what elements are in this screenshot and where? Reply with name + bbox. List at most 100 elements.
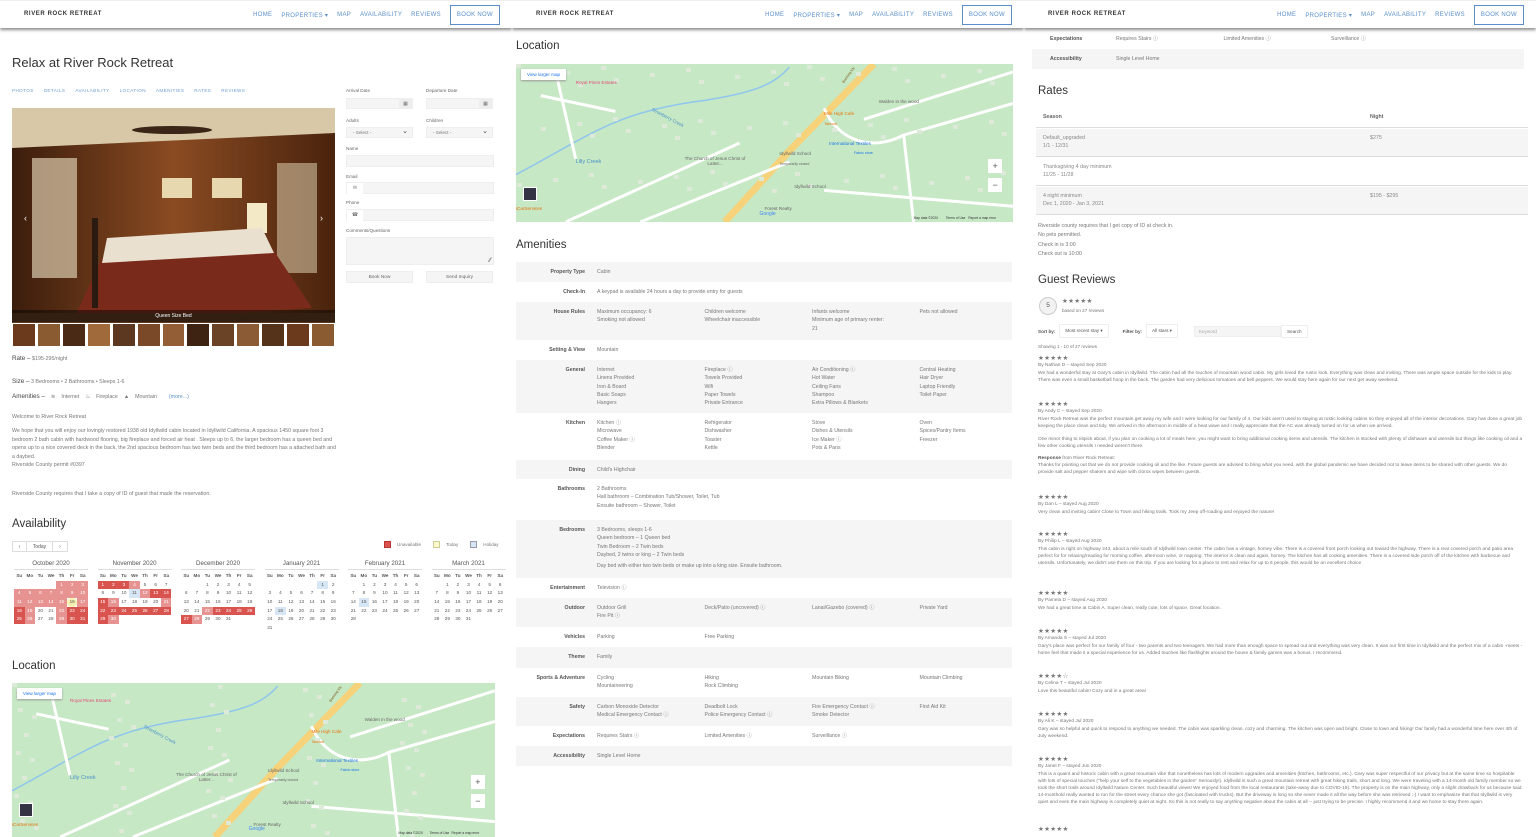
calendar-day[interactable]: 10 <box>223 589 234 598</box>
calendar-day[interactable]: 20 <box>296 607 307 616</box>
tab-location[interactable]: LOCATION <box>120 88 146 93</box>
calendar-day[interactable]: 13 <box>411 589 422 598</box>
calendar-day[interactable]: 2 <box>328 581 339 590</box>
calendar-day[interactable]: 22 <box>359 607 370 616</box>
photo-thumbnail[interactable] <box>286 323 310 347</box>
photo-thumbnail[interactable] <box>261 323 285 347</box>
nav-properties[interactable]: PROPERTIES ▾ <box>1305 12 1352 19</box>
calendar-day[interactable]: 17 <box>265 607 276 616</box>
calendar-day[interactable]: 8 <box>442 589 453 598</box>
calendar-day[interactable]: 6 <box>150 581 161 590</box>
calendar-day[interactable]: 29 <box>317 615 328 624</box>
calendar-day[interactable]: 28 <box>161 607 172 616</box>
map-tiles[interactable] <box>516 64 1013 222</box>
calendar-day[interactable]: 16 <box>453 598 464 607</box>
calendar-day[interactable]: 3 <box>119 581 130 590</box>
calendar-day[interactable]: 14 <box>307 598 318 607</box>
calendar-day[interactable]: 23 <box>213 607 224 616</box>
calendar-day[interactable]: 15 <box>442 598 453 607</box>
calendar-day[interactable]: 26 <box>140 607 151 616</box>
calendar-day[interactable]: 4 <box>129 581 140 590</box>
calendar-day[interactable]: 22 <box>317 607 328 616</box>
calendar-day[interactable]: 7 <box>348 589 359 598</box>
calendar-day[interactable]: 10 <box>119 589 130 598</box>
sort-select[interactable]: Most recent stay ▾ <box>1059 324 1108 338</box>
calendar-day[interactable]: 18 <box>129 598 140 607</box>
photo-thumbnail[interactable] <box>236 323 260 347</box>
terms-link[interactable]: Terms of Use <box>430 831 449 835</box>
nav-reviews[interactable]: REVIEWS <box>1435 12 1465 18</box>
tab-photos[interactable]: PHOTOS <box>12 88 34 93</box>
calendar-day[interactable]: 16 <box>108 598 119 607</box>
photo-thumbnail[interactable] <box>62 323 86 347</box>
calendar-day[interactable]: 25 <box>14 615 25 624</box>
calendar-day[interactable]: 23 <box>453 607 464 616</box>
calendar-day[interactable]: 26 <box>401 607 412 616</box>
nav-properties[interactable]: PROPERTIES ▾ <box>281 12 328 19</box>
calendar-day[interactable]: 11 <box>234 589 245 598</box>
calendar-day[interactable]: 4 <box>390 581 401 590</box>
calendar-day[interactable]: 3 <box>463 581 474 590</box>
nav-availability[interactable]: AVAILABILITY <box>872 12 914 18</box>
calendar-day[interactable]: 29 <box>98 615 109 624</box>
calendar-day[interactable]: 9 <box>369 589 380 598</box>
calendar-day[interactable]: 2 <box>369 581 380 590</box>
calendar-day[interactable]: 26 <box>484 607 495 616</box>
calendar-day[interactable]: 20 <box>35 607 46 616</box>
email-input[interactable]: ✉ <box>346 182 494 194</box>
photo-thumbnail[interactable] <box>137 323 161 347</box>
calendar-day[interactable]: 13 <box>35 598 46 607</box>
calendar-day[interactable]: 22 <box>442 607 453 616</box>
calendar-day[interactable]: 15 <box>317 598 328 607</box>
calendar-day[interactable]: 14 <box>161 589 172 598</box>
calendar-day[interactable]: 25 <box>390 607 401 616</box>
calendar-day[interactable]: 10 <box>380 589 391 598</box>
calendar-day[interactable]: 1 <box>56 581 67 590</box>
nav-properties[interactable]: PROPERTIES ▾ <box>793 12 840 19</box>
calendar-day[interactable]: 8 <box>202 589 213 598</box>
nav-home[interactable]: HOME <box>1277 12 1296 18</box>
book-now-button[interactable]: Book Now <box>346 271 413 283</box>
calendar-day[interactable]: 11 <box>14 598 25 607</box>
calendar-icon[interactable]: ▦ <box>479 99 492 109</box>
resize-handle-icon[interactable]: ⁄⁄ <box>489 258 491 264</box>
photo-thumbnail[interactable] <box>311 323 335 347</box>
calendar-day[interactable]: 6 <box>181 589 192 598</box>
next-photo-icon[interactable]: › <box>320 213 323 223</box>
calendar-day[interactable]: 24 <box>265 615 276 624</box>
calendar-day[interactable]: 20 <box>411 598 422 607</box>
calendar-day[interactable]: 18 <box>14 607 25 616</box>
calendar-day[interactable]: 25 <box>275 615 286 624</box>
calendar-day[interactable]: 7 <box>432 589 443 598</box>
calendar-day[interactable]: 18 <box>275 607 286 616</box>
adults-select[interactable]: - Select -⌄ <box>346 127 413 138</box>
calendar-day[interactable]: 1 <box>442 581 453 590</box>
photo-thumbnail[interactable] <box>12 323 36 347</box>
calendar-day[interactable]: 31 <box>265 624 276 633</box>
next-month-button[interactable]: › <box>53 542 67 551</box>
calendar-day[interactable]: 22 <box>56 607 67 616</box>
calendar-day[interactable]: 5 <box>484 581 495 590</box>
calendar-day[interactable]: 23 <box>108 607 119 616</box>
calendar-day[interactable]: 4 <box>474 581 485 590</box>
zoom-in-button[interactable]: + <box>471 775 485 789</box>
zoom-in-button[interactable]: + <box>988 159 1002 173</box>
calendar-day[interactable]: 3 <box>265 589 276 598</box>
calendar-day[interactable]: 21 <box>348 607 359 616</box>
photo-thumbnail[interactable] <box>112 323 136 347</box>
calendar-day[interactable]: 31 <box>77 615 88 624</box>
zoom-out-button[interactable]: − <box>988 178 1002 192</box>
brand-logo[interactable]: RIVER ROCK RETREAT <box>1048 11 1126 17</box>
calendar-day[interactable]: 7 <box>192 589 203 598</box>
calendar-day[interactable]: 10 <box>463 589 474 598</box>
calendar-day[interactable]: 17 <box>463 598 474 607</box>
calendar-day[interactable]: 16 <box>67 598 78 607</box>
calendar-day[interactable]: 21 <box>161 598 172 607</box>
calendar-day[interactable]: 16 <box>328 598 339 607</box>
calendar-day[interactable]: 27 <box>495 607 506 616</box>
calendar-day[interactable]: 2 <box>67 581 78 590</box>
calendar-day[interactable]: 8 <box>359 589 370 598</box>
calendar-day[interactable]: 1 <box>317 581 328 590</box>
calendar-day[interactable]: 30 <box>108 615 119 624</box>
calendar-day[interactable]: 19 <box>484 598 495 607</box>
